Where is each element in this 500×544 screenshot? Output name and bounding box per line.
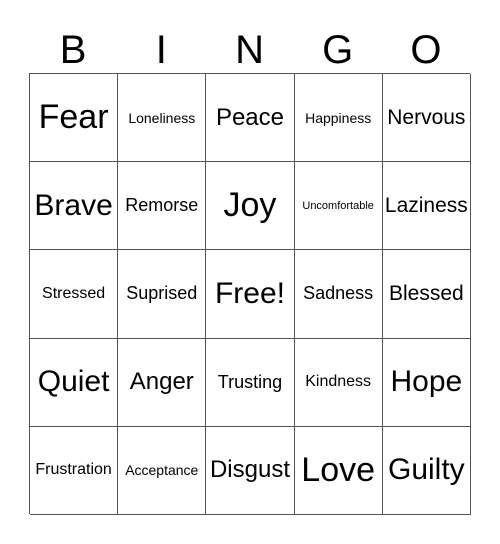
- bingo-cell: Happiness: [294, 74, 383, 163]
- bingo-cell: Laziness: [382, 162, 471, 251]
- bingo-cell: Quiet: [30, 338, 119, 427]
- bingo-cell: Hope: [382, 338, 471, 427]
- bingo-cell: Stressed: [30, 250, 119, 339]
- bingo-cell: Joy: [206, 162, 295, 251]
- bingo-cell: Peace: [206, 74, 295, 163]
- header-letter-b: B: [59, 28, 87, 72]
- bingo-cell: Remorse: [118, 162, 207, 251]
- bingo-cell: Anger: [118, 338, 207, 427]
- header-letter-n: N: [235, 28, 264, 72]
- bingo-cell: Suprised: [118, 250, 207, 339]
- header-letter-g: G: [322, 28, 354, 72]
- bingo-cell: Blessed: [382, 250, 471, 339]
- bingo-cell: Brave: [30, 162, 119, 251]
- bingo-grid: Fear Loneliness Peace Happiness Nervous …: [29, 73, 471, 515]
- bingo-header: B I N G O: [29, 28, 470, 73]
- bingo-cell: Sadness: [294, 250, 383, 339]
- free-space-cell: Free!: [206, 250, 295, 339]
- bingo-cell: Fear: [30, 74, 119, 163]
- bingo-cell: Acceptance: [118, 426, 207, 515]
- header-letter-i: I: [155, 28, 167, 72]
- header-letter-o: O: [410, 28, 442, 72]
- bingo-cell: Loneliness: [118, 74, 207, 163]
- bingo-cell: Trusting: [206, 338, 295, 427]
- bingo-cell: Love: [294, 426, 383, 515]
- bingo-cell: Guilty: [382, 426, 471, 515]
- bingo-cell: Frustration: [30, 426, 119, 515]
- bingo-cell: Nervous: [382, 74, 471, 163]
- bingo-cell: Kindness: [294, 338, 383, 427]
- bingo-cell: Uncomfortable: [294, 162, 383, 251]
- bingo-cell: Disgust: [206, 426, 295, 515]
